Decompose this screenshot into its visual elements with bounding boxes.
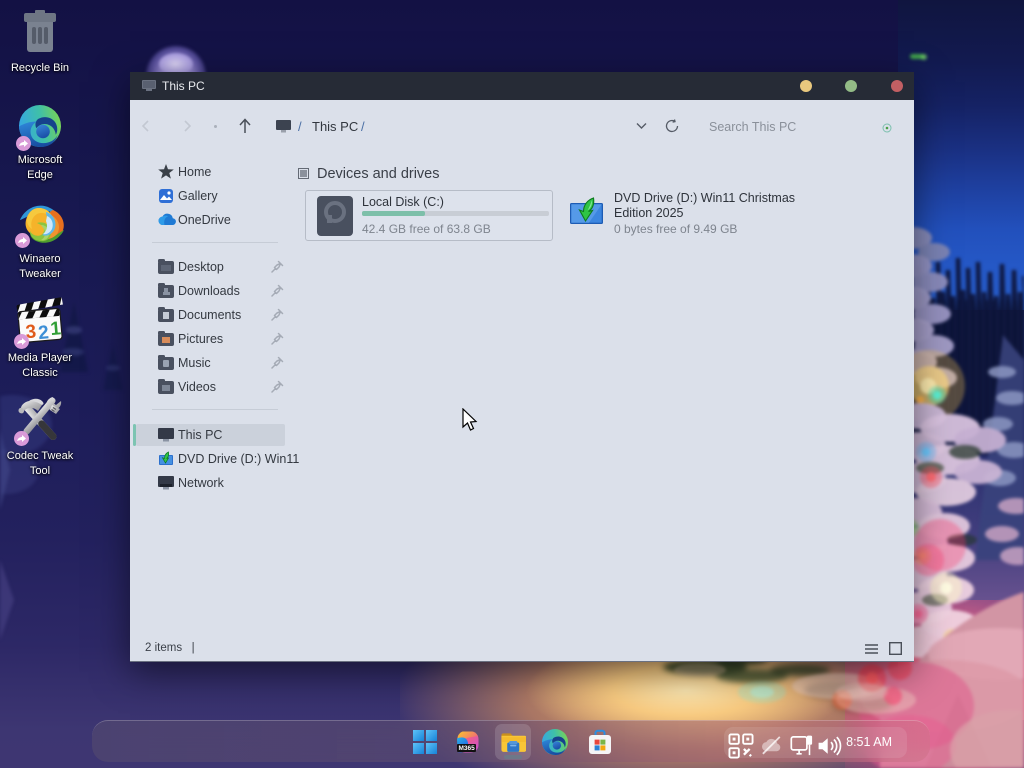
svg-text:2: 2 xyxy=(37,322,49,344)
